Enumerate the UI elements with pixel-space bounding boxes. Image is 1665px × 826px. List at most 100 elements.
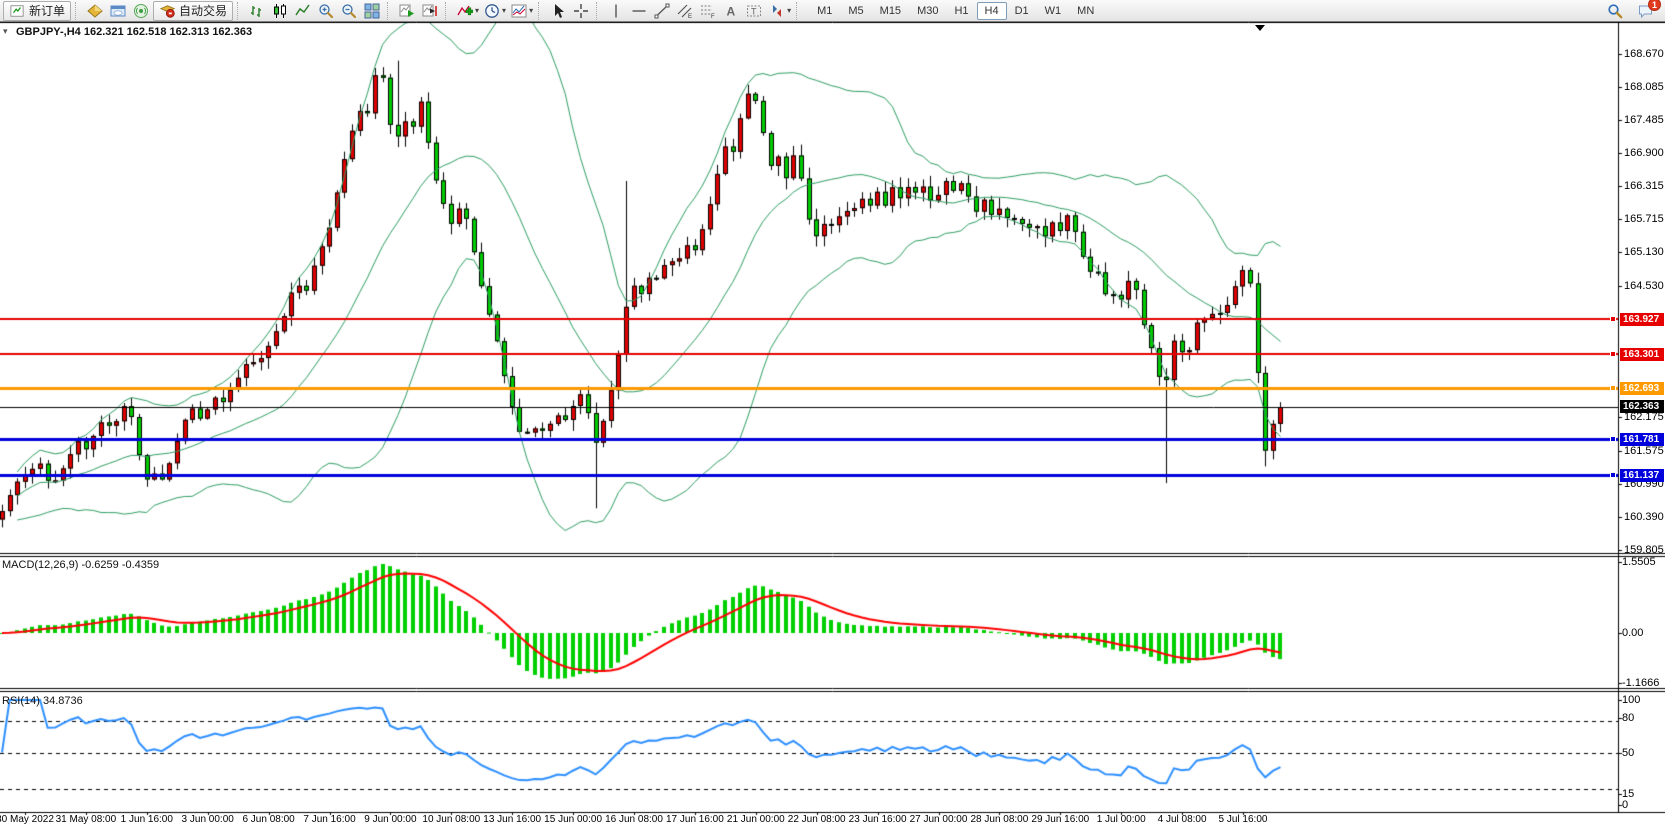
time-axis-label: 29 Jun 16:00	[1031, 814, 1089, 825]
auto-scroll-icon[interactable]	[396, 1, 418, 21]
svg-text:T: T	[751, 6, 757, 16]
current-price-badge: 162.363	[1620, 400, 1664, 413]
horizontal-line-icon[interactable]	[628, 1, 650, 21]
svg-text:A: A	[727, 4, 736, 18]
time-axis-label: 22 Jun 08:00	[788, 814, 846, 825]
timeframe-group: M1M5M15M30H1H4D1W1MN	[809, 2, 1102, 20]
timeframe-m1[interactable]: M1	[809, 2, 840, 20]
hline-axis-notch	[1610, 316, 1616, 322]
fibonacci-icon[interactable]: F	[697, 1, 719, 21]
time-axis-label: 16 Jun 08:00	[605, 814, 663, 825]
vertical-line-icon[interactable]	[605, 1, 627, 21]
chart-shift-marker[interactable]	[1255, 25, 1265, 31]
price-axis-label: 160.390	[1624, 511, 1664, 523]
candlestick-chart-icon[interactable]	[269, 1, 291, 21]
equidistant-channel-icon[interactable]: E	[674, 1, 696, 21]
timeframe-m30[interactable]: M30	[909, 2, 946, 20]
chart-window: ▾ GBPJPY-,H4 162.321 162.518 162.313 162…	[0, 22, 1665, 826]
zoom-out-icon[interactable]	[338, 1, 360, 21]
templates-dropdown-caret[interactable]: ▾	[529, 6, 533, 15]
auto-trading-button[interactable]: 自动交易	[153, 1, 233, 21]
toolbar-separator	[796, 2, 801, 20]
templates-icon[interactable]	[508, 1, 530, 21]
price-axis-label: 159.805	[1624, 544, 1664, 556]
toolbar-separator	[387, 2, 392, 20]
rsi-axis-label: 100	[1622, 694, 1640, 706]
time-axis-label: 1 Jun 16:00	[121, 814, 173, 825]
price-axis-label: 167.485	[1624, 114, 1664, 126]
auto-trading-label: 自动交易	[179, 2, 227, 19]
tile-windows-icon[interactable]	[361, 1, 383, 21]
time-axis-label: 28 Jun 08:00	[970, 814, 1028, 825]
new-order-label: 新订单	[29, 2, 65, 19]
text-label-icon[interactable]: T	[743, 1, 765, 21]
line-chart-icon[interactable]	[292, 1, 314, 21]
time-axis-label: 31 May 08:00	[56, 814, 117, 825]
signals-icon[interactable]	[130, 1, 152, 21]
hline-price-badge: 161.137	[1620, 469, 1664, 482]
timeframe-h4[interactable]: H4	[977, 2, 1007, 20]
timeframe-d1[interactable]: D1	[1007, 2, 1037, 20]
price-axis-label: 164.530	[1624, 280, 1664, 292]
timeframe-m15[interactable]: M15	[872, 2, 909, 20]
toolbar-separator	[445, 2, 450, 20]
hline-price-badge: 163.301	[1620, 348, 1664, 361]
timeframe-mn[interactable]: MN	[1069, 2, 1102, 20]
periods-clock-icon[interactable]	[481, 1, 503, 21]
indicators-icon[interactable]	[454, 1, 476, 21]
chart-canvas[interactable]	[0, 22, 1665, 826]
toolbar-right-group: 1	[1604, 1, 1656, 21]
price-axis-label: 161.575	[1624, 445, 1664, 457]
arrows-icon[interactable]	[766, 1, 788, 21]
hline-price-badge: 163.927	[1620, 313, 1664, 326]
crosshair-icon[interactable]	[570, 1, 592, 21]
time-axis-label: 1 Jul 00:00	[1097, 814, 1146, 825]
time-axis-label: 9 Jun 00:00	[364, 814, 416, 825]
timeframe-h1[interactable]: H1	[946, 2, 976, 20]
time-axis-label: 30 May 2022	[0, 814, 54, 825]
toolbar-separator	[538, 2, 543, 20]
time-axis-label: 4 Jul 08:00	[1158, 814, 1207, 825]
periods-dropdown-caret[interactable]: ▾	[502, 6, 506, 15]
text-icon[interactable]: A	[720, 1, 742, 21]
chart-title: GBPJPY-,H4 162.321 162.518 162.313 162.3…	[16, 26, 252, 38]
time-axis-label: 15 Jun 00:00	[544, 814, 602, 825]
time-axis-label: 17 Jun 16:00	[666, 814, 724, 825]
hline-axis-notch	[1610, 472, 1616, 478]
history-center-icon[interactable]	[84, 1, 106, 21]
time-axis-label: 3 Jun 00:00	[182, 814, 234, 825]
toolbar-separator	[237, 2, 242, 20]
hline-axis-notch	[1610, 351, 1616, 357]
market-watch-icon[interactable]	[107, 1, 129, 21]
zoom-in-icon[interactable]	[315, 1, 337, 21]
chart-shift-icon[interactable]	[419, 1, 441, 21]
timeframe-w1[interactable]: W1	[1037, 2, 1070, 20]
search-icon[interactable]	[1604, 1, 1626, 21]
indicators-dropdown-caret[interactable]: ▾	[475, 6, 479, 15]
auto-trading-icon	[159, 1, 175, 21]
svg-text:F: F	[711, 14, 715, 19]
notification-badge: 1	[1648, 0, 1661, 11]
price-axis-label: 168.670	[1624, 48, 1664, 60]
cursor-icon[interactable]	[547, 1, 569, 21]
hline-axis-notch	[1610, 436, 1616, 442]
rsi-axis-label: 50	[1622, 747, 1634, 759]
hline-axis-notch	[1610, 385, 1616, 391]
bar-chart-icon[interactable]	[246, 1, 268, 21]
price-axis-label: 166.900	[1624, 147, 1664, 159]
chat-button[interactable]: 1	[1634, 1, 1656, 21]
price-axis-label: 166.315	[1624, 180, 1664, 192]
time-axis-label: 21 Jun 00:00	[727, 814, 785, 825]
hline-price-badge: 162.693	[1620, 382, 1664, 395]
chart-title-caret[interactable]: ▾	[3, 26, 8, 37]
macd-axis-label: -1.1666	[1622, 677, 1659, 689]
time-axis-label: 13 Jun 16:00	[483, 814, 541, 825]
time-axis-label: 23 Jun 16:00	[849, 814, 907, 825]
trendline-icon[interactable]	[651, 1, 673, 21]
rsi-indicator-label: RSI(14) 34.8736	[2, 695, 83, 707]
new-order-button[interactable]: 新订单	[3, 1, 71, 21]
timeframe-m5[interactable]: M5	[840, 2, 871, 20]
time-axis-label: 27 Jun 00:00	[910, 814, 968, 825]
macd-axis-label: 0.00	[1622, 627, 1643, 639]
arrows-dropdown-caret[interactable]: ▾	[787, 6, 791, 15]
